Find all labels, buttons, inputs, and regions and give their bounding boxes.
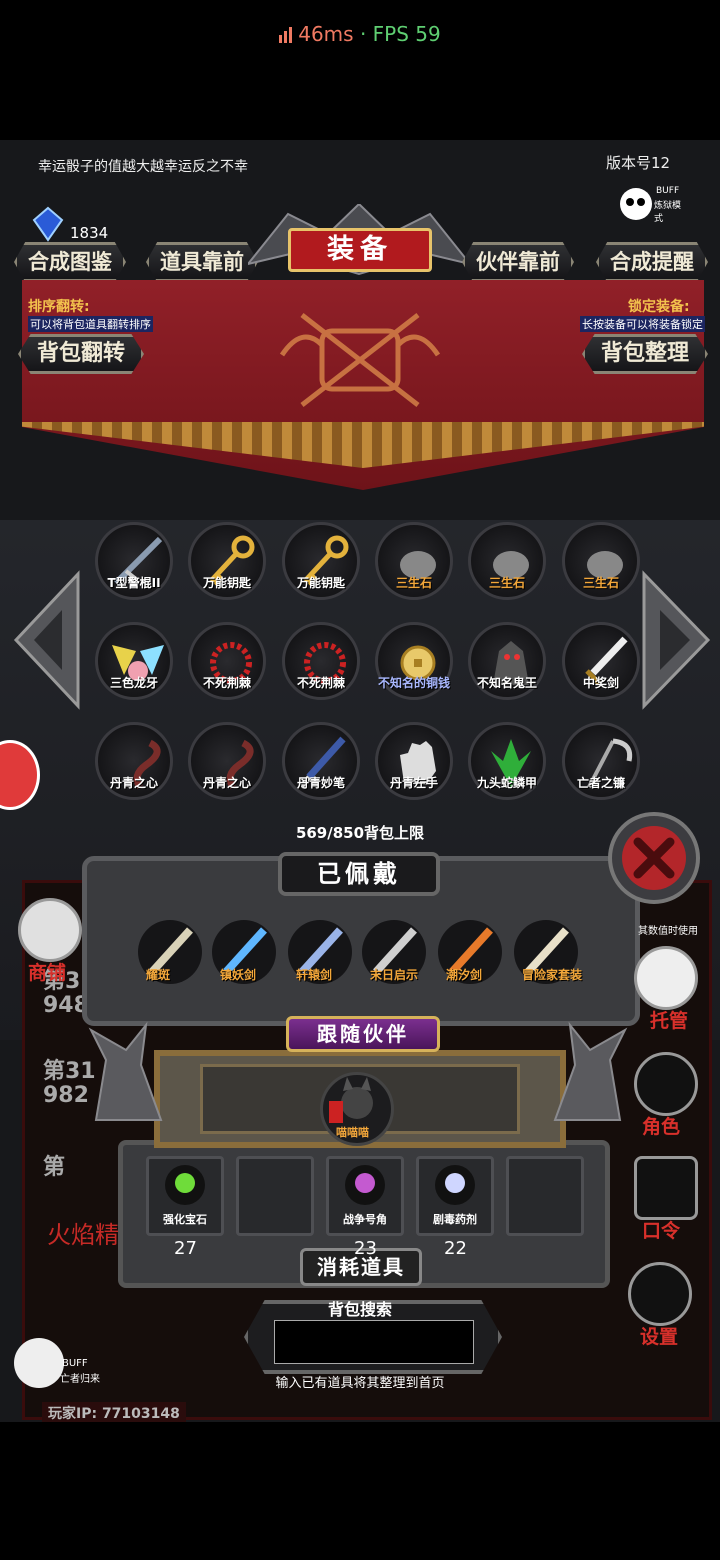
log-line: 第 (43, 1155, 66, 1180)
version-text: 版本号12 (606, 154, 671, 172)
perf-overlay: 46ms · FPS 59 (0, 22, 720, 48)
items-front-button[interactable]: 道具靠前 (146, 242, 258, 282)
consumable-name: 剧毒药剂 (433, 1213, 477, 1226)
consumable-name: 战争号角 (343, 1213, 387, 1226)
equipped-item-label: 冒险家套装 (522, 968, 583, 982)
role-icon[interactable] (634, 1052, 698, 1116)
compose-reminder-button[interactable]: 合成提醒 (596, 242, 708, 282)
signal-icon (279, 24, 294, 48)
search-input[interactable] (274, 1320, 474, 1364)
empty-consumable-slot[interactable] (506, 1156, 584, 1236)
sort-description: 可以将背包道具翻转排序 (28, 316, 153, 332)
bottom-buff-sub: 亡者归来 (60, 1374, 100, 1385)
role-label[interactable]: 角色 (642, 1112, 680, 1139)
consumable-count: 23 (354, 1238, 377, 1259)
equipped-item-label: 末日启示 (370, 968, 419, 982)
equipped-title: 已佩戴 (278, 852, 440, 896)
latency-text: 46ms (298, 22, 354, 46)
settings-label[interactable]: 设置 (640, 1322, 678, 1349)
gargoyle-left-icon (88, 1021, 163, 1121)
tip-text: 幸运骰子的值越大越幸运反之不幸 (38, 159, 248, 175)
player-ip: 玩家IP: 77103148 (42, 1402, 186, 1422)
game-screen: 古 第31 948 第31 982 第 火焰精灵被击败掉 枚 幸运骰子的值越大越… (0, 140, 720, 1422)
green-gem-icon (165, 1165, 205, 1205)
equipped-item-label: 轩辕剑 (296, 968, 333, 982)
buff-label: BUFF (656, 186, 680, 196)
page-title: 装备 (288, 228, 432, 272)
buff-badge[interactable]: BUFF 炼狱模式 (618, 184, 688, 224)
companion-front-button[interactable]: 伙伴靠前 (462, 242, 574, 282)
dice-icon[interactable] (634, 946, 698, 1010)
equipped-item-label: 镇妖剑 (220, 968, 257, 982)
empty-consumable-slot[interactable] (236, 1156, 314, 1236)
consumable-slot[interactable]: 强化宝石 (146, 1156, 224, 1236)
equipped-item-label: 潮汐剑 (446, 968, 483, 982)
consumable-slot[interactable]: 剧毒药剂 (416, 1156, 494, 1236)
consumable-name: 强化宝石 (163, 1213, 207, 1226)
usage-hint: 其数值时使用 (638, 926, 698, 937)
gargoyle-right-icon (553, 1021, 628, 1121)
crossed-swords-emblem-icon (279, 313, 441, 407)
lock-label: 锁定装备: (628, 299, 690, 315)
inventory-item-label: 三生石 (582, 576, 619, 590)
skull-buff-icon[interactable] (14, 1338, 64, 1388)
fps-text: FPS 59 (372, 22, 441, 46)
gem-count: 1834 (70, 224, 109, 242)
companion-title: 跟随伙伴 (286, 1016, 440, 1052)
flip-bag-button[interactable]: 背包翻转 (18, 334, 144, 374)
shop-icon[interactable] (18, 898, 82, 962)
tidy-bag-button[interactable]: 背包整理 (582, 334, 708, 374)
manage-label[interactable]: 托管 (640, 1006, 688, 1033)
consumable-slot[interactable]: 战争号角 (326, 1156, 404, 1236)
close-icon[interactable] (604, 808, 714, 908)
buff-mode: 炼狱模式 (654, 201, 682, 224)
separator: · (359, 22, 367, 46)
companion-name: 喵喵喵 (336, 1126, 369, 1139)
sort-label: 排序翻转: (28, 299, 90, 315)
lock-description: 长按装备可以将装备锁定 (580, 316, 705, 332)
search-title: 背包搜索 (327, 1300, 392, 1319)
gem-icon (28, 206, 68, 242)
poison-flask-icon (435, 1165, 475, 1205)
code-book-icon[interactable] (634, 1156, 698, 1220)
equipped-item-label: 耀斑 (146, 968, 171, 982)
code-label[interactable]: 口令 (642, 1216, 680, 1243)
bottom-buff-label: BUFF (62, 1358, 88, 1369)
consumable-count: 22 (444, 1238, 467, 1259)
consumable-count: 27 (174, 1238, 197, 1259)
war-horn-icon (345, 1165, 385, 1205)
inventory-item-label: 中奖剑 (582, 676, 619, 690)
inventory-item-label: 亡者之镰 (576, 776, 625, 790)
prev-page-arrow-icon[interactable] (12, 570, 82, 710)
shop-label[interactable]: 商铺 (28, 958, 66, 985)
search-hint: 输入已有道具将其整理到首页 (275, 1376, 445, 1391)
log-line: 982 (43, 1083, 89, 1108)
compose-catalog-button[interactable]: 合成图鉴 (14, 242, 126, 282)
settings-gear-icon[interactable] (628, 1262, 692, 1326)
